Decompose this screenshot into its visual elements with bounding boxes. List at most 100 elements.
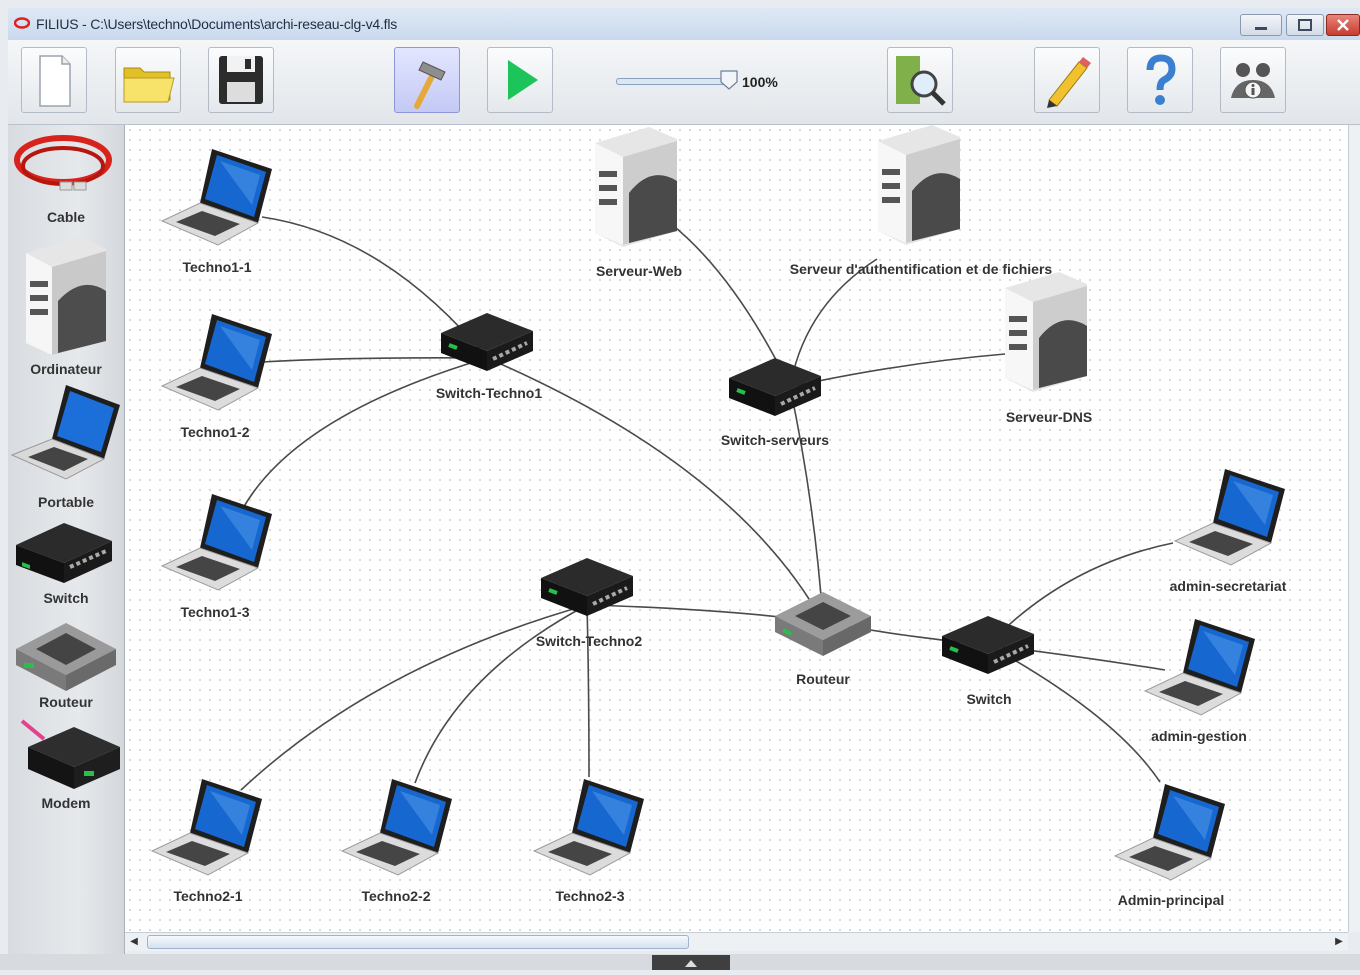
server-icon <box>878 125 960 245</box>
laptop-icon <box>150 779 262 876</box>
node-t23[interactable] <box>532 777 652 877</box>
node-rt[interactable] <box>771 584 875 660</box>
node-label-t11: Techno1-1 <box>182 259 252 275</box>
palette-item-router[interactable] <box>8 613 124 702</box>
node-t13[interactable] <box>160 492 280 592</box>
laptop-icon <box>1113 784 1225 881</box>
node-apri[interactable] <box>1113 782 1233 882</box>
cable-icon <box>14 135 112 191</box>
title-bar: FILIUS - C:\Users\techno\Documents\archi… <box>8 8 1360 41</box>
laptop-icon <box>340 779 452 876</box>
help-button[interactable] <box>1127 47 1193 113</box>
palette-item-switch[interactable] <box>8 515 124 600</box>
close-icon <box>1337 19 1349 31</box>
node-label-sw1: Switch-Techno1 <box>435 385 543 401</box>
magnifier-icon <box>896 56 946 106</box>
info-people-icon <box>1231 63 1275 99</box>
laptop-icon <box>10 385 120 480</box>
window-title: FILIUS - C:\Users\techno\Documents\archi… <box>36 16 398 32</box>
node-label-t22: Techno2-2 <box>361 888 431 904</box>
maximize-button[interactable] <box>1286 14 1324 36</box>
node-t11[interactable] <box>160 147 280 247</box>
bottom-panel-toggle[interactable] <box>652 955 730 970</box>
pencil-icon <box>1047 57 1091 108</box>
node-label-ages: admin-gestion <box>1151 728 1247 744</box>
palette-item-laptop[interactable] <box>8 381 124 490</box>
node-label-t23: Techno2-3 <box>555 888 625 904</box>
documentation-button[interactable] <box>887 47 953 113</box>
palette-label-cable: Cable <box>46 209 86 225</box>
close-button[interactable] <box>1326 14 1360 36</box>
node-sw1[interactable] <box>437 307 537 377</box>
node-label-t13: Techno1-3 <box>180 604 250 620</box>
node-label-dns: Serveur-DNS <box>1005 409 1093 425</box>
node-swsrv[interactable] <box>725 352 825 422</box>
minimize-icon <box>1255 27 1267 30</box>
zoom-level: 100% <box>742 74 778 90</box>
laptop-icon <box>1173 469 1285 566</box>
modem-icon <box>20 719 120 789</box>
router-icon <box>775 592 871 656</box>
server-icon <box>595 127 677 247</box>
router-icon <box>16 623 116 691</box>
zoom-slider-track[interactable] <box>616 78 730 85</box>
folder-icon <box>123 67 175 103</box>
server-icon <box>1005 272 1087 392</box>
link-t23-sw2[interactable] <box>586 604 590 778</box>
minimize-button[interactable] <box>1240 14 1282 36</box>
switch-icon <box>729 358 821 416</box>
node-label-apri: Admin-principal <box>1117 892 1225 908</box>
filius-app-icon <box>14 17 30 29</box>
laptop-icon <box>532 779 644 876</box>
zoom-slider-thumb[interactable] <box>720 70 738 90</box>
info-button[interactable] <box>1220 47 1286 113</box>
node-label-web: Serveur-Web <box>595 263 683 279</box>
node-dns[interactable] <box>999 268 1095 392</box>
node-web[interactable] <box>589 125 685 247</box>
node-asec[interactable] <box>1173 467 1293 567</box>
node-ages[interactable] <box>1143 617 1263 717</box>
link-t22-sw2[interactable] <box>414 604 588 784</box>
network-canvas[interactable]: Techno1-1 Techno1-2 Techno1-3 Switch-Tec… <box>125 125 1348 932</box>
open-file-button[interactable] <box>115 47 181 113</box>
laptop-icon <box>160 314 272 411</box>
play-icon <box>508 60 538 100</box>
palette-label-router: Routeur <box>39 694 93 710</box>
question-mark-icon <box>1146 54 1176 105</box>
laptop-icon <box>160 149 272 246</box>
node-label-swadm: Switch <box>966 691 1012 707</box>
palette-label-computer: Ordinateur <box>30 361 102 377</box>
palette-label-modem: Modem <box>41 795 91 811</box>
node-t21[interactable] <box>150 777 270 877</box>
palette-item-cable[interactable] <box>8 130 124 215</box>
node-sw2[interactable] <box>537 552 637 622</box>
node-auth[interactable] <box>872 125 968 245</box>
horizontal-scrollbar[interactable]: ◀ ▶ <box>125 932 1348 951</box>
switch-icon <box>942 616 1034 674</box>
toolbar: 100% <box>8 40 1360 125</box>
new-document-icon <box>39 55 71 107</box>
new-file-button[interactable] <box>21 47 87 113</box>
simulation-mode-button[interactable] <box>487 47 553 113</box>
node-t22[interactable] <box>340 777 460 877</box>
palette-item-modem[interactable] <box>8 717 124 802</box>
node-label-t12: Techno1-2 <box>180 424 250 440</box>
scroll-left-arrow[interactable]: ◀ <box>127 935 141 949</box>
palette-label-switch: Switch <box>43 590 89 606</box>
horizontal-scroll-thumb[interactable] <box>147 935 689 949</box>
node-label-t21: Techno2-1 <box>173 888 243 904</box>
vertical-scrollbar[interactable] <box>1348 125 1360 932</box>
save-button[interactable] <box>208 47 274 113</box>
node-swadm[interactable] <box>938 610 1038 680</box>
switch-icon <box>441 313 533 371</box>
floppy-disk-icon <box>219 56 263 104</box>
node-label-swsrv: Switch-serveurs <box>720 432 830 448</box>
hammer-icon <box>414 61 446 109</box>
palette-label-laptop: Portable <box>37 494 94 510</box>
laptop-icon <box>1143 619 1255 716</box>
palette-item-computer[interactable] <box>8 231 124 360</box>
design-mode-button[interactable] <box>394 47 460 113</box>
edit-button[interactable] <box>1034 47 1100 113</box>
scroll-right-arrow[interactable]: ▶ <box>1332 935 1346 949</box>
node-t12[interactable] <box>160 312 280 412</box>
